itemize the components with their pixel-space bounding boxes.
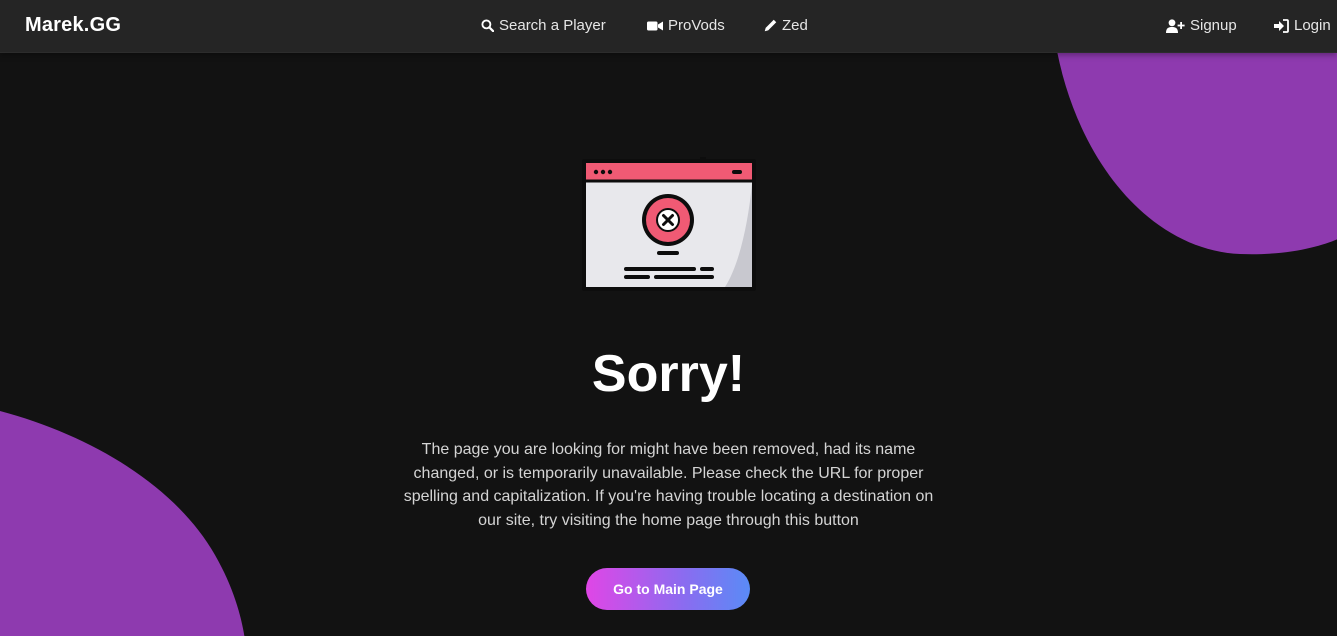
nav-provods[interactable]: ProVods bbox=[647, 17, 725, 34]
error-message: The page you are looking for might have … bbox=[403, 441, 934, 529]
pencil-icon bbox=[764, 19, 777, 32]
nav-login-label: Login bbox=[1294, 17, 1331, 34]
nav-provods-label: ProVods bbox=[668, 17, 725, 34]
decorative-blob-bottom-left bbox=[0, 411, 245, 636]
nav-search-label: Search a Player bbox=[499, 17, 606, 34]
search-icon bbox=[481, 19, 494, 32]
page: Marek.GG Search a Player ProVods Zed Sig… bbox=[0, 0, 1337, 636]
nav-signup[interactable]: Signup bbox=[1166, 17, 1237, 34]
video-camera-icon bbox=[647, 21, 663, 30]
user-plus-icon bbox=[1166, 18, 1185, 33]
top-navbar: Marek.GG Search a Player ProVods Zed Sig… bbox=[0, 0, 1337, 53]
sign-in-icon bbox=[1274, 18, 1289, 33]
nav-signup-label: Signup bbox=[1190, 17, 1237, 34]
nav-search-player[interactable]: Search a Player bbox=[481, 17, 606, 34]
site-logo[interactable]: Marek.GG bbox=[25, 14, 121, 37]
nav-zed[interactable]: Zed bbox=[764, 17, 808, 34]
browser-error-icon bbox=[582, 157, 756, 291]
nav-login[interactable]: Login bbox=[1274, 17, 1331, 34]
error-title: Sorry! bbox=[591, 345, 746, 403]
nav-zed-label: Zed bbox=[782, 17, 808, 34]
go-to-main-page-button[interactable]: Go to Main Page bbox=[586, 568, 750, 610]
decorative-blob-top-right bbox=[1055, 40, 1337, 255]
